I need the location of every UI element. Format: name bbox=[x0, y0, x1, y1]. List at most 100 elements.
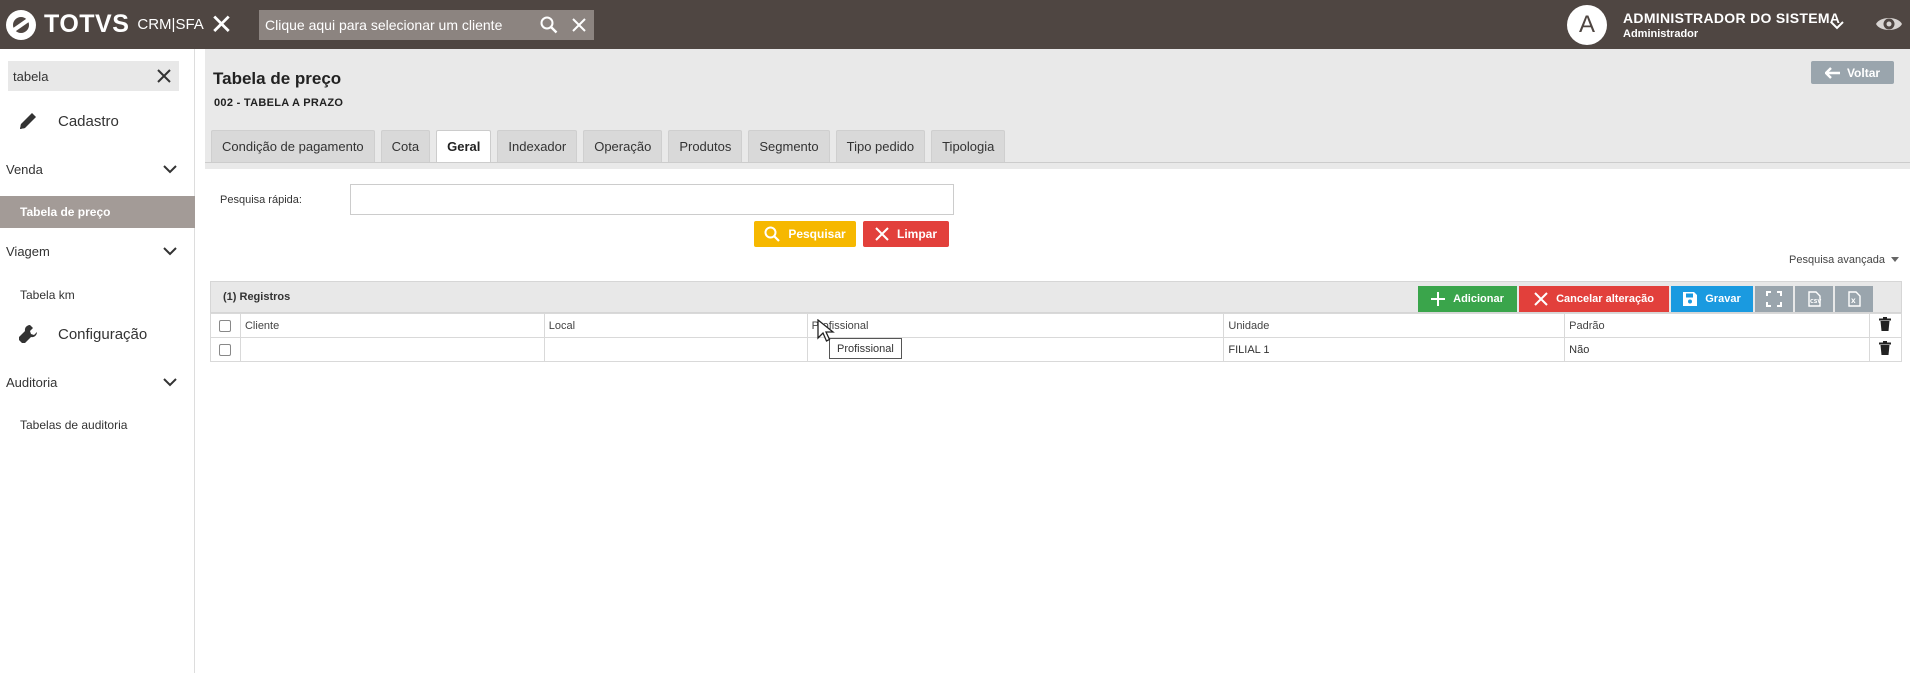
user-avatar[interactable]: A bbox=[1567, 5, 1607, 45]
client-search-bar[interactable]: Clique aqui para selecionar um cliente bbox=[259, 10, 594, 40]
add-button[interactable]: Adicionar bbox=[1418, 286, 1517, 312]
cell-unidade[interactable]: FILIAL 1 bbox=[1223, 337, 1566, 362]
sidebar-item-label: Auditoria bbox=[6, 374, 58, 390]
sidebar-item-label: Venda bbox=[6, 161, 43, 177]
user-role: Administrador bbox=[1623, 28, 1699, 40]
svg-text:CSV: CSV bbox=[1810, 299, 1821, 305]
close-menu-icon[interactable]: ✕ bbox=[208, 11, 235, 39]
expand-icon bbox=[1766, 291, 1782, 307]
quick-search-label: Pesquisa rápida: bbox=[220, 194, 302, 206]
cancel-changes-button[interactable]: Cancelar alteração bbox=[1519, 286, 1669, 312]
column-tooltip: Profissional bbox=[829, 338, 902, 359]
sidebar-item-configuracao[interactable]: Configuração bbox=[0, 315, 195, 353]
sidebar-group-auditoria[interactable]: Auditoria bbox=[0, 369, 195, 395]
export-excel-button[interactable]: X bbox=[1835, 286, 1873, 312]
main-content: Tabela de preço 002 - TABELA A PRAZO Vol… bbox=[205, 49, 1910, 673]
clear-search-icon[interactable] bbox=[149, 61, 179, 91]
row-select-cell bbox=[210, 337, 241, 362]
export-csv-button[interactable]: CSV bbox=[1795, 286, 1833, 312]
svg-text:X: X bbox=[1851, 298, 1856, 305]
search-icon bbox=[764, 226, 781, 242]
back-button-label: Voltar bbox=[1846, 65, 1881, 80]
tab-operacao[interactable]: Operação bbox=[583, 130, 663, 162]
clear-button-label: Limpar bbox=[896, 227, 937, 241]
quick-search-input[interactable] bbox=[350, 184, 954, 215]
column-header-padrao[interactable]: Padrão bbox=[1564, 313, 1870, 338]
fullscreen-button[interactable] bbox=[1755, 286, 1793, 312]
column-header-cliente[interactable]: Cliente bbox=[239, 313, 545, 338]
user-name[interactable]: ADMINISTRADOR DO SISTEMA bbox=[1623, 10, 1840, 26]
menu-search-input[interactable]: tabela bbox=[8, 61, 179, 91]
sidebar-item-tabela-de-preco[interactable]: Tabela de preço bbox=[0, 196, 195, 228]
column-header-profissional[interactable]: Profissional bbox=[806, 313, 1225, 338]
pencil-icon bbox=[14, 107, 42, 135]
tab-indexador[interactable]: Indexador bbox=[497, 130, 578, 162]
wrench-icon bbox=[14, 320, 42, 348]
excel-file-icon: X bbox=[1848, 291, 1861, 307]
cell-padrao[interactable]: Não bbox=[1564, 337, 1870, 362]
sidebar-item-tabela-km[interactable]: Tabela km bbox=[0, 282, 195, 308]
tab-condicao-de-pagamento[interactable]: Condição de pagamento bbox=[211, 130, 375, 162]
sidebar-item-label: Cadastro bbox=[58, 112, 119, 130]
sidebar-item-label: Viagem bbox=[6, 243, 50, 259]
save-button-label: Gravar bbox=[1705, 293, 1741, 305]
cell-cliente[interactable] bbox=[239, 337, 545, 362]
table-header-row: Cliente Local Profissional Unidade Padrã… bbox=[210, 313, 1903, 338]
search-button-label: Pesquisar bbox=[788, 227, 846, 241]
clear-client-icon[interactable] bbox=[564, 10, 594, 40]
sidebar-item-label: Tabelas de auditoria bbox=[20, 418, 128, 432]
search-button[interactable]: Pesquisar bbox=[754, 221, 856, 247]
tab-bar: Condição de pagamento Cota Geral Indexad… bbox=[211, 130, 1011, 162]
advanced-search-toggle[interactable]: Pesquisa avançada bbox=[1789, 254, 1900, 266]
brand-name: TOTVS bbox=[44, 10, 130, 38]
sidebar-item-label: Tabela de preço bbox=[20, 205, 111, 219]
sidebar-item-cadastro[interactable]: Cadastro bbox=[0, 102, 195, 140]
sidebar-item-label: Configuração bbox=[58, 325, 148, 343]
delete-all-cell bbox=[1868, 313, 1903, 338]
tab-segmento[interactable]: Segmento bbox=[748, 130, 830, 162]
totvs-logo-icon bbox=[6, 9, 36, 40]
caret-down-icon bbox=[1891, 257, 1900, 262]
row-checkbox[interactable] bbox=[219, 343, 232, 356]
page-subtitle: 002 - TABELA A PRAZO bbox=[214, 97, 344, 109]
top-bar: TOTVS CRM|SFA ✕ Clique aqui para selecio… bbox=[0, 0, 1910, 49]
tab-cota[interactable]: Cota bbox=[380, 130, 431, 162]
cell-local[interactable] bbox=[543, 337, 808, 362]
advanced-search-label: Pesquisa avançada bbox=[1789, 254, 1886, 266]
close-icon bbox=[1534, 292, 1548, 306]
mouse-cursor-icon bbox=[817, 319, 835, 342]
tab-divider bbox=[205, 162, 1910, 163]
close-icon bbox=[875, 227, 889, 241]
trash-icon[interactable] bbox=[1879, 317, 1892, 331]
select-all-cell bbox=[210, 313, 241, 338]
tab-tipo-pedido[interactable]: Tipo pedido bbox=[835, 130, 926, 162]
trash-icon[interactable] bbox=[1879, 341, 1892, 355]
search-icon[interactable] bbox=[534, 10, 564, 40]
product-name: CRM|SFA bbox=[137, 16, 204, 33]
arrow-left-icon bbox=[1824, 66, 1840, 79]
table-row[interactable]: FILIAL 1 Não bbox=[210, 337, 1903, 362]
chevron-down-icon bbox=[163, 378, 177, 387]
tab-produtos[interactable]: Produtos bbox=[668, 130, 743, 162]
row-delete-cell bbox=[1868, 337, 1903, 362]
cancel-changes-label: Cancelar alteração bbox=[1556, 293, 1654, 305]
sidebar-item-tabelas-de-auditoria[interactable]: Tabelas de auditoria bbox=[0, 412, 195, 438]
sidebar-group-venda[interactable]: Venda bbox=[0, 156, 195, 182]
records-table: Cliente Local Profissional Unidade Padrã… bbox=[210, 313, 1903, 362]
eye-icon[interactable] bbox=[1875, 12, 1903, 36]
back-button[interactable]: Voltar bbox=[1811, 61, 1894, 84]
sidebar-group-viagem[interactable]: Viagem bbox=[0, 238, 195, 264]
tab-tipologia[interactable]: Tipologia bbox=[931, 130, 1006, 162]
client-search-placeholder: Clique aqui para selecionar um cliente bbox=[265, 17, 503, 33]
chevron-down-icon[interactable] bbox=[1828, 16, 1846, 34]
column-header-unidade[interactable]: Unidade bbox=[1223, 313, 1566, 338]
totvs-logo[interactable]: TOTVS CRM|SFA bbox=[6, 8, 204, 41]
menu-search-value[interactable]: tabela bbox=[13, 69, 149, 84]
record-count: (1) Registros bbox=[223, 291, 291, 303]
column-header-local[interactable]: Local bbox=[543, 313, 808, 338]
sidebar-item-label: Tabela km bbox=[20, 288, 75, 302]
clear-button[interactable]: Limpar bbox=[863, 221, 949, 247]
select-all-checkbox[interactable] bbox=[219, 319, 232, 332]
tab-geral[interactable]: Geral bbox=[436, 130, 492, 162]
save-button[interactable]: Gravar bbox=[1671, 286, 1753, 312]
